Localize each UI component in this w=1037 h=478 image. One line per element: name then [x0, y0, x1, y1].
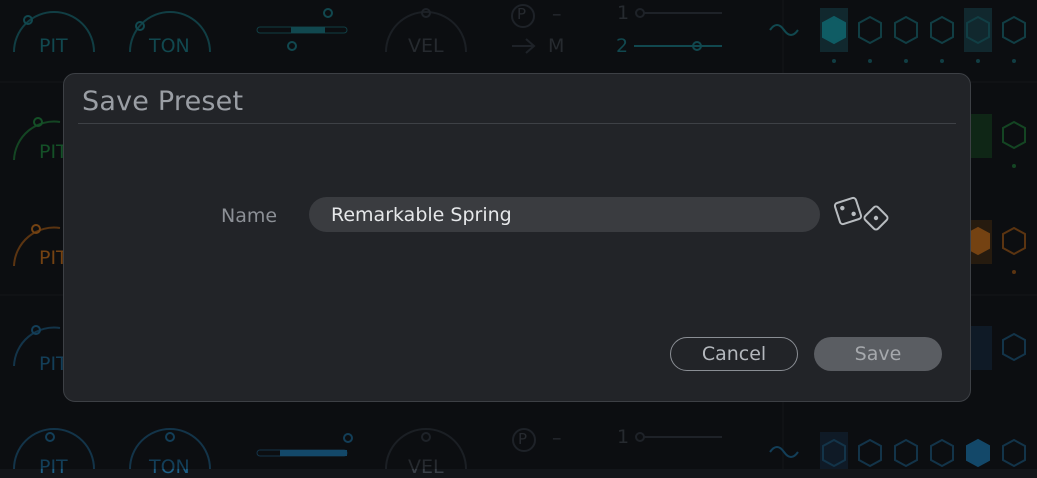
dice-icon	[833, 196, 889, 231]
preset-name-field[interactable]	[309, 197, 820, 232]
name-label: Name	[221, 205, 278, 227]
randomize-name-button[interactable]	[831, 194, 893, 236]
save-button[interactable]: Save	[814, 337, 942, 371]
dialog-title: Save Preset	[82, 86, 244, 117]
preset-name-input[interactable]	[331, 203, 798, 226]
cancel-button[interactable]: Cancel	[670, 337, 798, 371]
title-divider	[78, 123, 956, 124]
save-preset-dialog: Save Preset Name Cancel Save	[63, 73, 971, 402]
